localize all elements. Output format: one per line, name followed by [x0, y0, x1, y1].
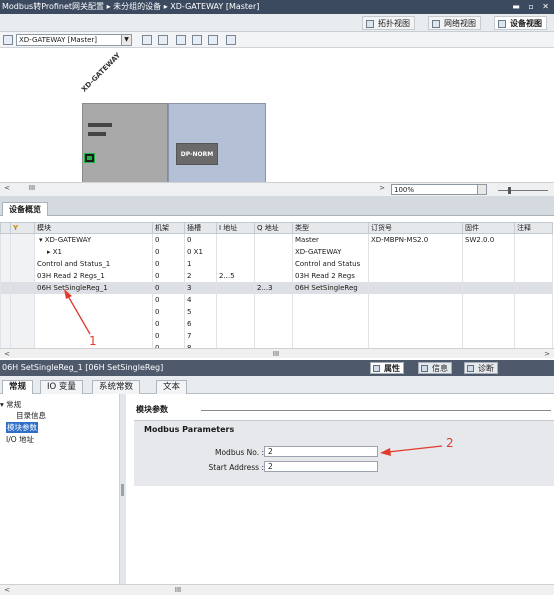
annotation-label-1: 1	[89, 334, 97, 348]
annotation-label-2: 2	[446, 436, 454, 450]
annotation-arrow-2	[380, 445, 443, 456]
annotation-arrow-1	[64, 289, 91, 335]
annotation-layer	[64, 289, 443, 456]
